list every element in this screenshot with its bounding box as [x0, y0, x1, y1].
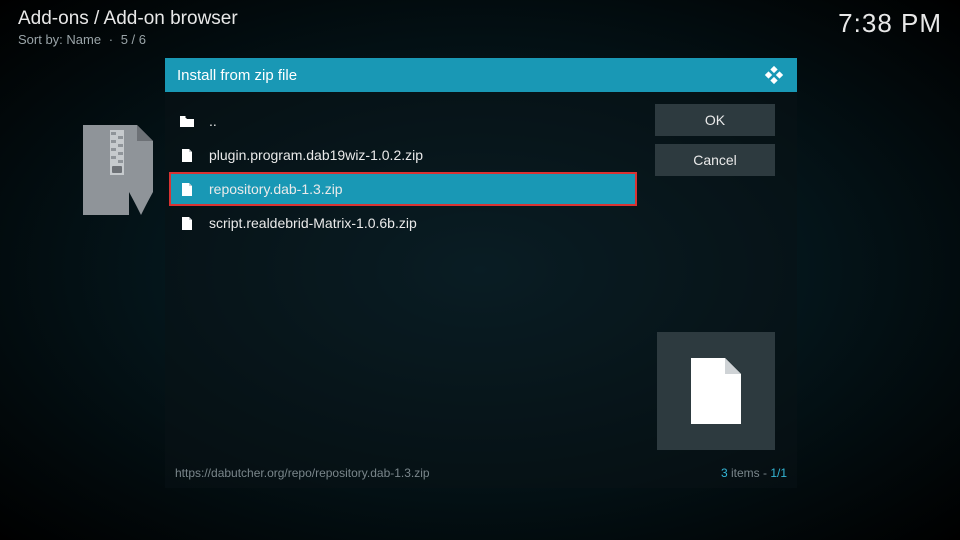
file-icon	[179, 216, 195, 231]
file-name: ..	[209, 113, 217, 129]
kodi-logo-icon	[763, 64, 785, 86]
file-list[interactable]: .. plugin.program.dab19wiz-1.0.2.zip repos…	[169, 104, 637, 458]
clock: 7:38 PM	[838, 8, 942, 39]
file-preview-icon	[685, 354, 747, 428]
file-name: repository.dab-1.3.zip	[209, 181, 343, 197]
file-icon	[179, 182, 195, 197]
file-preview	[657, 332, 775, 450]
breadcrumb: Add-ons / Add-on browser	[18, 8, 238, 30]
ok-button[interactable]: OK	[655, 104, 775, 136]
install-zip-dialog: Install from zip file .. plugin.program.d…	[165, 58, 797, 488]
file-row[interactable]: repository.dab-1.3.zip	[169, 172, 637, 206]
sort-sep: ·	[109, 32, 113, 47]
file-name: plugin.program.dab19wiz-1.0.2.zip	[209, 147, 423, 163]
folder-icon	[179, 114, 195, 128]
file-icon	[179, 148, 195, 163]
sort-line: Sort by: Name · 5 / 6	[18, 32, 238, 47]
cancel-button[interactable]: Cancel	[655, 144, 775, 176]
file-row[interactable]: script.realdebrid-Matrix-1.0.6b.zip	[169, 206, 637, 240]
sort-position: 5 / 6	[121, 32, 146, 47]
dialog-title: Install from zip file	[177, 67, 297, 84]
dialog-footer: https://dabutcher.org/repo/repository.da…	[165, 458, 797, 488]
zip-background-icon	[78, 120, 158, 220]
file-row[interactable]: plugin.program.dab19wiz-1.0.2.zip	[169, 138, 637, 172]
footer-path: https://dabutcher.org/repo/repository.da…	[175, 466, 430, 480]
sort-label: Sort by: Name	[18, 32, 101, 47]
file-row[interactable]: ..	[169, 104, 637, 138]
footer-count: 3 items - 1/1	[721, 466, 787, 480]
file-name: script.realdebrid-Matrix-1.0.6b.zip	[209, 215, 417, 231]
dialog-header: Install from zip file	[165, 58, 797, 92]
